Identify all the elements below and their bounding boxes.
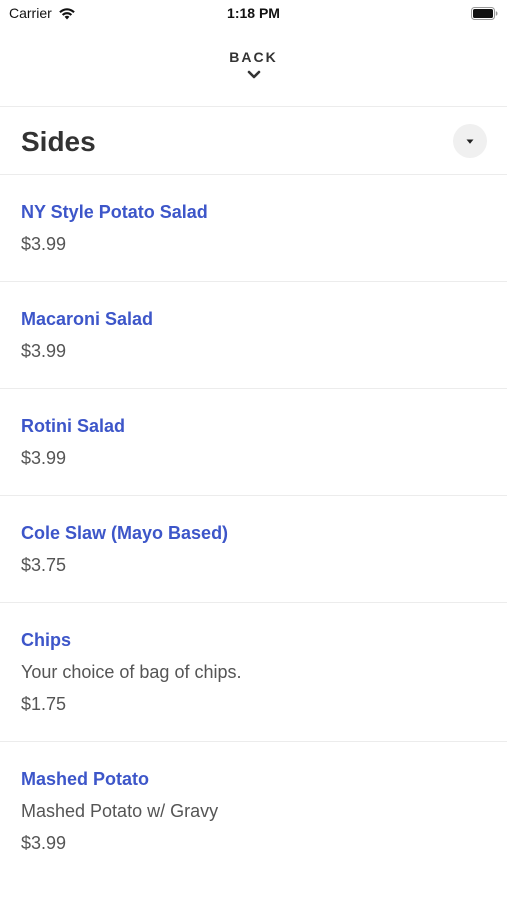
section-title: Sides xyxy=(21,126,96,157)
menu-item[interactable]: Cole Slaw (Mayo Based) $3.75 xyxy=(0,496,507,603)
status-time: 1:18 PM xyxy=(227,5,280,21)
caret-down-icon xyxy=(465,132,475,150)
menu-item-name: Macaroni Salad xyxy=(21,309,154,329)
section-toggle-button[interactable] xyxy=(453,124,487,158)
menu-item[interactable]: Macaroni Salad $3.99 xyxy=(0,282,507,389)
menu-item-name: NY Style Potato Salad xyxy=(21,202,208,222)
section-header: Sides xyxy=(0,108,507,174)
menu-item-description: Your choice of bag of chips. xyxy=(21,662,242,682)
menu-item[interactable]: Chips Your choice of bag of chips. $1.75 xyxy=(0,603,507,742)
menu-item-price: $3.99 xyxy=(21,341,67,361)
back-label: BACK xyxy=(229,49,278,65)
menu-item-price: $3.75 xyxy=(21,555,67,575)
header-divider xyxy=(0,106,507,107)
battery-icon xyxy=(471,7,498,20)
chevron-down-icon xyxy=(247,67,261,79)
back-button[interactable]: BACK xyxy=(0,44,507,96)
menu-item-name: Chips xyxy=(21,630,72,650)
menu-item-name: Rotini Salad xyxy=(21,416,126,436)
menu-item[interactable]: NY Style Potato Salad $3.99 xyxy=(0,175,507,282)
menu-item[interactable]: Mashed Potato Mashed Potato w/ Gravy $3.… xyxy=(0,742,507,880)
menu-item-description: Mashed Potato w/ Gravy xyxy=(21,801,219,821)
menu-item-price: $3.99 xyxy=(21,833,67,853)
menu-item-list: NY Style Potato Salad $3.99 Macaroni Sal… xyxy=(0,175,507,880)
menu-item[interactable]: Rotini Salad $3.99 xyxy=(0,389,507,496)
menu-item-name: Cole Slaw (Mayo Based) xyxy=(21,523,229,543)
menu-item-price: $3.99 xyxy=(21,234,67,254)
menu-item-name: Mashed Potato xyxy=(21,769,150,789)
menu-item-price: $1.75 xyxy=(21,694,67,714)
status-bar: Carrier 1:18 PM xyxy=(0,0,507,30)
menu-item-price: $3.99 xyxy=(21,448,67,468)
